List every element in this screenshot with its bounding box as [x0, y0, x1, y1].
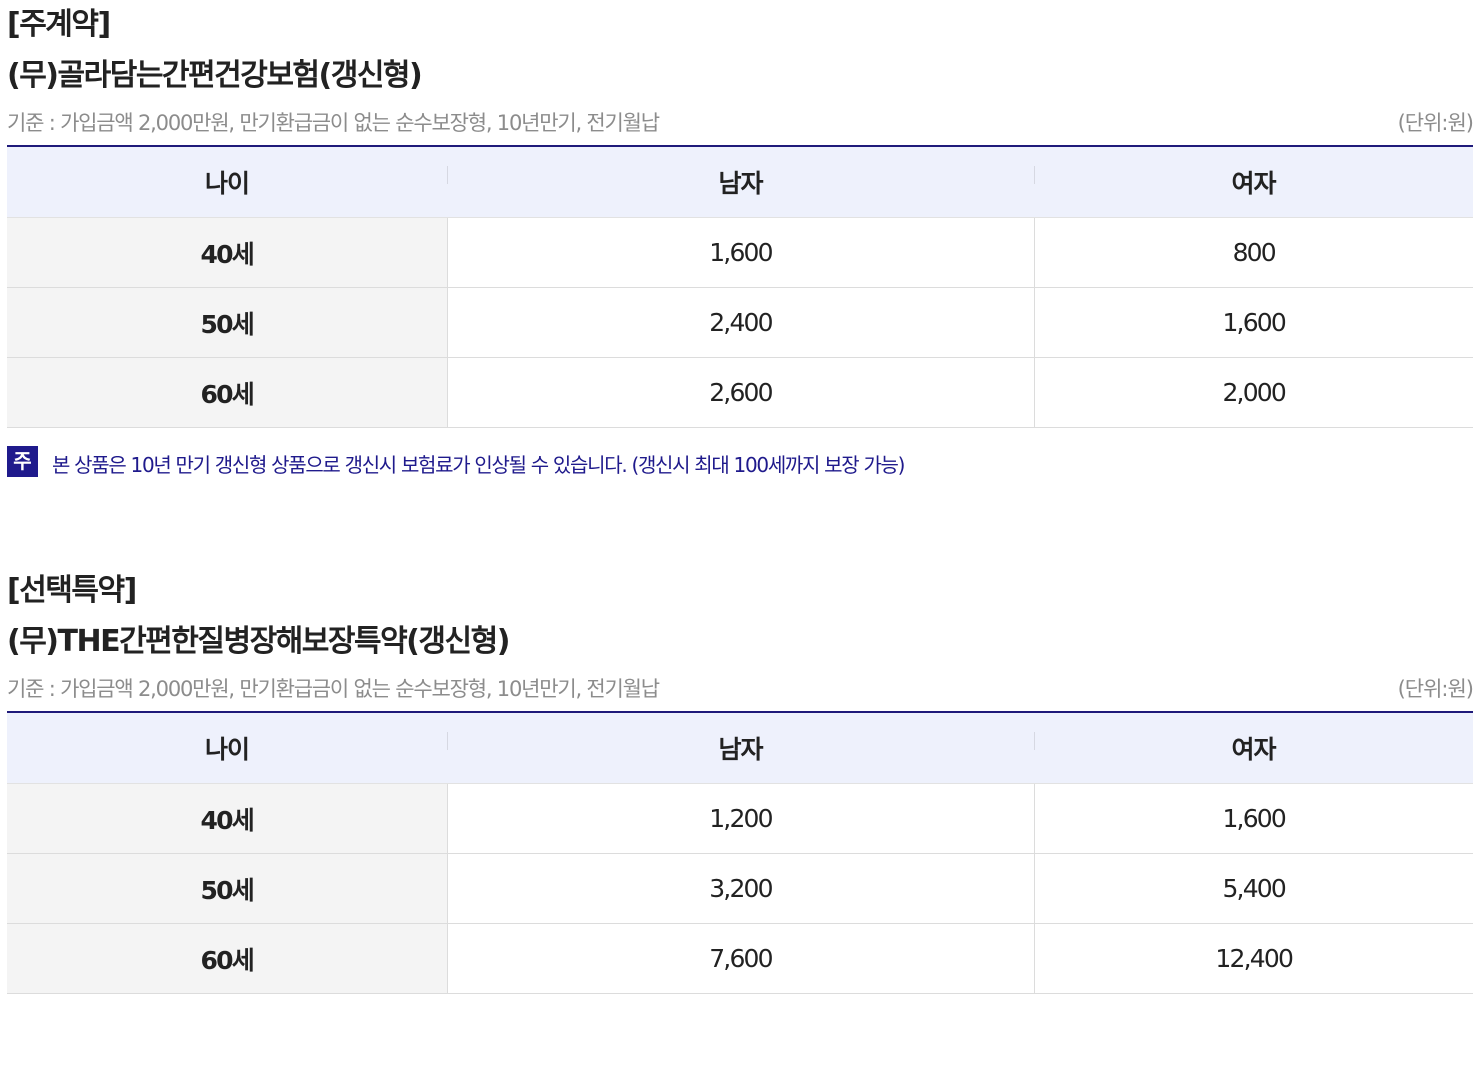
age-cell: 50세: [7, 287, 447, 358]
male-premium-cell: 1,600: [446, 217, 1034, 288]
female-premium-cell: 5,400: [1033, 853, 1473, 924]
table-row: 60세 7,600 12,400: [7, 923, 1473, 994]
table-row: 60세 2,600 2,000: [7, 357, 1473, 428]
main-contract-section: [주계약] (무)골라담는간편건강보험(갱신형) 기준 : 가입금액 2,000…: [7, 0, 1474, 480]
premium-table: 나이 남자 여자 40세 1,600 800 50세 2,400 1,600 6…: [7, 145, 1473, 428]
renewal-note: 주 본 상품은 10년 만기 갱신형 상품으로 갱신시 보험료가 인상될 수 있…: [7, 446, 1473, 480]
header-female: 여자: [1034, 712, 1473, 784]
unit-label: (단위:원): [1397, 677, 1474, 701]
age-cell: 50세: [7, 853, 447, 924]
criteria-text: 기준 : 가입금액 2,000만원, 만기환급금이 없는 순수보장형, 10년만…: [7, 111, 660, 135]
header-age: 나이: [7, 146, 447, 218]
note-text: 본 상품은 10년 만기 갱신형 상품으로 갱신시 보험료가 인상될 수 있습니…: [52, 453, 905, 477]
male-premium-cell: 2,400: [446, 287, 1034, 358]
premium-table: 나이 남자 여자 40세 1,200 1,600 50세 3,200 5,400…: [7, 711, 1473, 994]
product-title: (무)THE간편한질병장해보장특약(갱신형): [7, 624, 510, 659]
product-title: (무)골라담는간편건강보험(갱신형): [7, 58, 423, 93]
age-cell: 60세: [7, 357, 447, 428]
age-cell: 40세: [7, 783, 447, 854]
header-age: 나이: [7, 712, 447, 784]
table-header-row: 나이 남자 여자: [7, 146, 1473, 218]
female-premium-cell: 12,400: [1033, 923, 1473, 994]
table-row: 40세 1,600 800: [7, 217, 1473, 288]
male-premium-cell: 1,200: [446, 783, 1034, 854]
age-cell: 40세: [7, 217, 447, 288]
table-row: 40세 1,200 1,600: [7, 783, 1473, 854]
header-male: 남자: [447, 146, 1034, 218]
female-premium-cell: 1,600: [1033, 287, 1473, 358]
header-male: 남자: [447, 712, 1034, 784]
note-badge: 주: [7, 446, 38, 477]
section-tag: [주계약]: [7, 7, 111, 42]
table-row: 50세 2,400 1,600: [7, 287, 1473, 358]
section-tag: [선택특약]: [7, 573, 137, 608]
criteria-text: 기준 : 가입금액 2,000만원, 만기환급금이 없는 순수보장형, 10년만…: [7, 677, 660, 701]
table-header-row: 나이 남자 여자: [7, 712, 1473, 784]
male-premium-cell: 3,200: [446, 853, 1034, 924]
criteria-row: 기준 : 가입금액 2,000만원, 만기환급금이 없는 순수보장형, 10년만…: [7, 667, 1474, 711]
male-premium-cell: 7,600: [446, 923, 1034, 994]
criteria-row: 기준 : 가입금액 2,000만원, 만기환급금이 없는 순수보장형, 10년만…: [7, 101, 1474, 145]
female-premium-cell: 800: [1033, 217, 1473, 288]
age-cell: 60세: [7, 923, 447, 994]
male-premium-cell: 2,600: [446, 357, 1034, 428]
female-premium-cell: 2,000: [1033, 357, 1473, 428]
unit-label: (단위:원): [1397, 111, 1474, 135]
female-premium-cell: 1,600: [1033, 783, 1473, 854]
rider-section: [선택특약] (무)THE간편한질병장해보장특약(갱신형) 기준 : 가입금액 …: [7, 566, 1474, 994]
table-row: 50세 3,200 5,400: [7, 853, 1473, 924]
header-female: 여자: [1034, 146, 1473, 218]
